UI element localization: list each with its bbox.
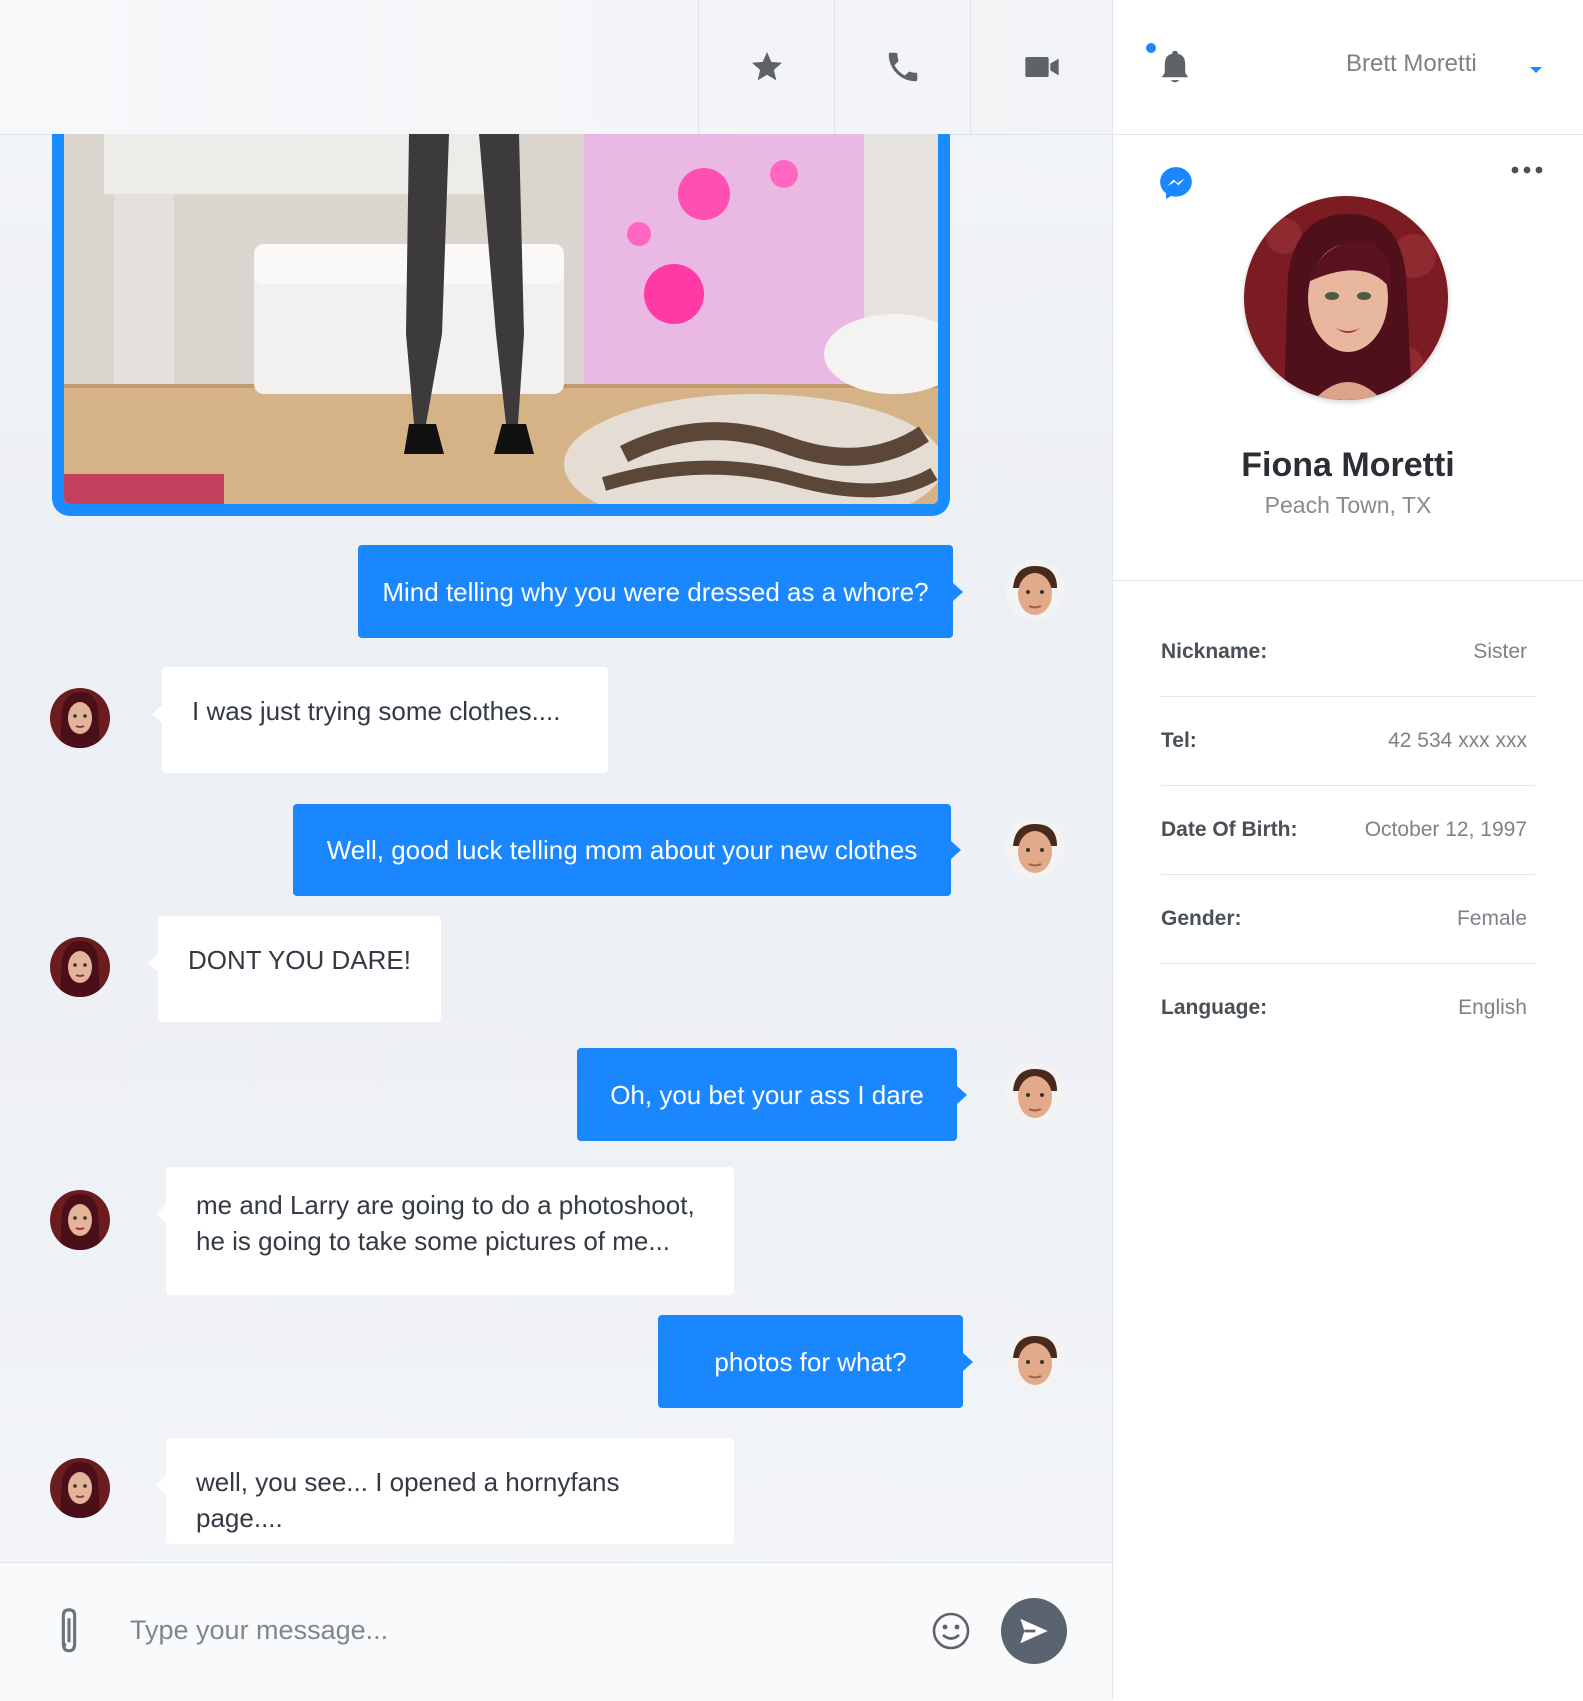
detail-value: Female: [1456, 907, 1527, 930]
message-text: well, you see... I opened a hornyfans pa…: [196, 1467, 620, 1533]
message-input[interactable]: [128, 1603, 892, 1657]
avatar-fiona[interactable]: [50, 688, 110, 748]
chat-panel: Mind telling why you were dressed as a w…: [0, 0, 1113, 1701]
message-incoming[interactable]: well, you see... I opened a hornyfans pa…: [156, 1438, 734, 1544]
send-icon: [1020, 1618, 1048, 1644]
message-outgoing[interactable]: Oh, you bet your ass I dare: [577, 1048, 967, 1141]
image-attachment[interactable]: [52, 134, 950, 516]
brett-avatar-picture: [1005, 560, 1065, 620]
profile-card: Fiona Moretti Peach Town, TX: [1113, 134, 1583, 581]
avatar-fiona[interactable]: [50, 1190, 110, 1250]
detail-row-gender: Gender: Female: [1161, 875, 1535, 964]
brett-avatar-picture: [1005, 818, 1065, 878]
current-user-name[interactable]: Brett Moretti: [1346, 50, 1477, 78]
profile-details: Nickname: Sister Tel: 42 534 xxx xxx Dat…: [1161, 608, 1535, 1052]
notification-dot: [1146, 43, 1156, 53]
phone-icon: [888, 52, 918, 82]
avatar-brett[interactable]: [1005, 818, 1065, 878]
fiona-avatar-picture: [50, 1190, 110, 1250]
detail-value: 42 534 xxx xxx: [1388, 729, 1527, 752]
message-incoming[interactable]: I was just trying some clothes....: [152, 667, 608, 773]
message-text: I was just trying some clothes....: [192, 696, 561, 726]
ellipsis-icon: [1511, 166, 1543, 174]
message-text: DONT YOU DARE!: [188, 945, 411, 975]
detail-label: Nickname:: [1161, 640, 1268, 663]
star-icon: [752, 52, 782, 81]
more-options-button[interactable]: [1510, 162, 1546, 178]
profile-avatar[interactable]: [1244, 196, 1448, 400]
detail-value: Sister: [1473, 640, 1527, 663]
brett-avatar-picture: [1005, 1330, 1065, 1390]
message-outgoing[interactable]: Well, good luck telling mom about your n…: [293, 804, 961, 896]
profile-location: Peach Town, TX: [1264, 492, 1432, 518]
send-button[interactable]: [1001, 1598, 1067, 1664]
message-text: photos for what?: [714, 1346, 907, 1377]
user-menu-dropdown[interactable]: [1529, 62, 1547, 74]
avatar-brett[interactable]: [1005, 1330, 1065, 1390]
detail-row-language: Language: English: [1161, 964, 1535, 1052]
caret-down-icon: [1530, 67, 1542, 73]
profile-panel: Brett Moretti Fiona Moretti Peach Town, …: [1113, 0, 1583, 1700]
chat-header: [0, 0, 1112, 135]
detail-label: Gender:: [1161, 907, 1242, 930]
profile-name: Fiona Moretti: [1241, 446, 1455, 484]
avatar-fiona[interactable]: [50, 1458, 110, 1518]
detail-value: October 12, 1997: [1364, 818, 1527, 841]
avatar-brett[interactable]: [1005, 1063, 1065, 1123]
emoji-button[interactable]: [931, 1611, 971, 1651]
notifications-button[interactable]: [1157, 48, 1197, 88]
fiona-profile-picture: [1244, 196, 1448, 400]
detail-label: Language:: [1161, 996, 1268, 1019]
detail-row-tel: Tel: 42 534 xxx xxx: [1161, 697, 1535, 786]
detail-value: English: [1458, 996, 1527, 1019]
detail-label: Tel:: [1161, 729, 1197, 752]
message-outgoing[interactable]: photos for what?: [658, 1315, 973, 1408]
message-text: Oh, you bet your ass I dare: [610, 1079, 924, 1110]
smiley-icon: [932, 1612, 970, 1650]
message-outgoing[interactable]: Mind telling why you were dressed as a w…: [358, 545, 963, 638]
detail-row-nickname: Nickname: Sister: [1161, 608, 1535, 697]
attach-button[interactable]: [52, 1607, 86, 1655]
message-text: Mind telling why you were dressed as a w…: [382, 576, 929, 607]
attachment-picture: [64, 134, 938, 504]
message-text: me and Larry are going to do a photoshoo…: [196, 1190, 695, 1256]
top-bar: Brett Moretti: [1113, 0, 1583, 135]
fiona-avatar-picture: [50, 937, 110, 997]
brett-avatar-picture: [1005, 1063, 1065, 1123]
messenger-icon: [1157, 164, 1197, 204]
fiona-avatar-picture: [50, 1458, 110, 1518]
message-incoming[interactable]: me and Larry are going to do a photoshoo…: [156, 1167, 734, 1295]
video-camera-icon: [1025, 57, 1059, 77]
detail-row-date-of-birth: Date Of Birth: October 12, 1997: [1161, 786, 1535, 875]
message-composer: [0, 1562, 1112, 1701]
paperclip-icon: [61, 1608, 77, 1653]
call-button[interactable]: [834, 0, 971, 134]
fiona-avatar-picture: [50, 688, 110, 748]
video-call-button[interactable]: [970, 0, 1113, 134]
favorite-button[interactable]: [698, 0, 835, 134]
message-incoming[interactable]: DONT YOU DARE!: [148, 916, 441, 1022]
detail-label: Date Of Birth:: [1161, 818, 1298, 841]
avatar-brett[interactable]: [1005, 560, 1065, 620]
bell-icon: [1161, 50, 1189, 83]
message-text: Well, good luck telling mom about your n…: [326, 835, 918, 865]
avatar-fiona[interactable]: [50, 937, 110, 997]
